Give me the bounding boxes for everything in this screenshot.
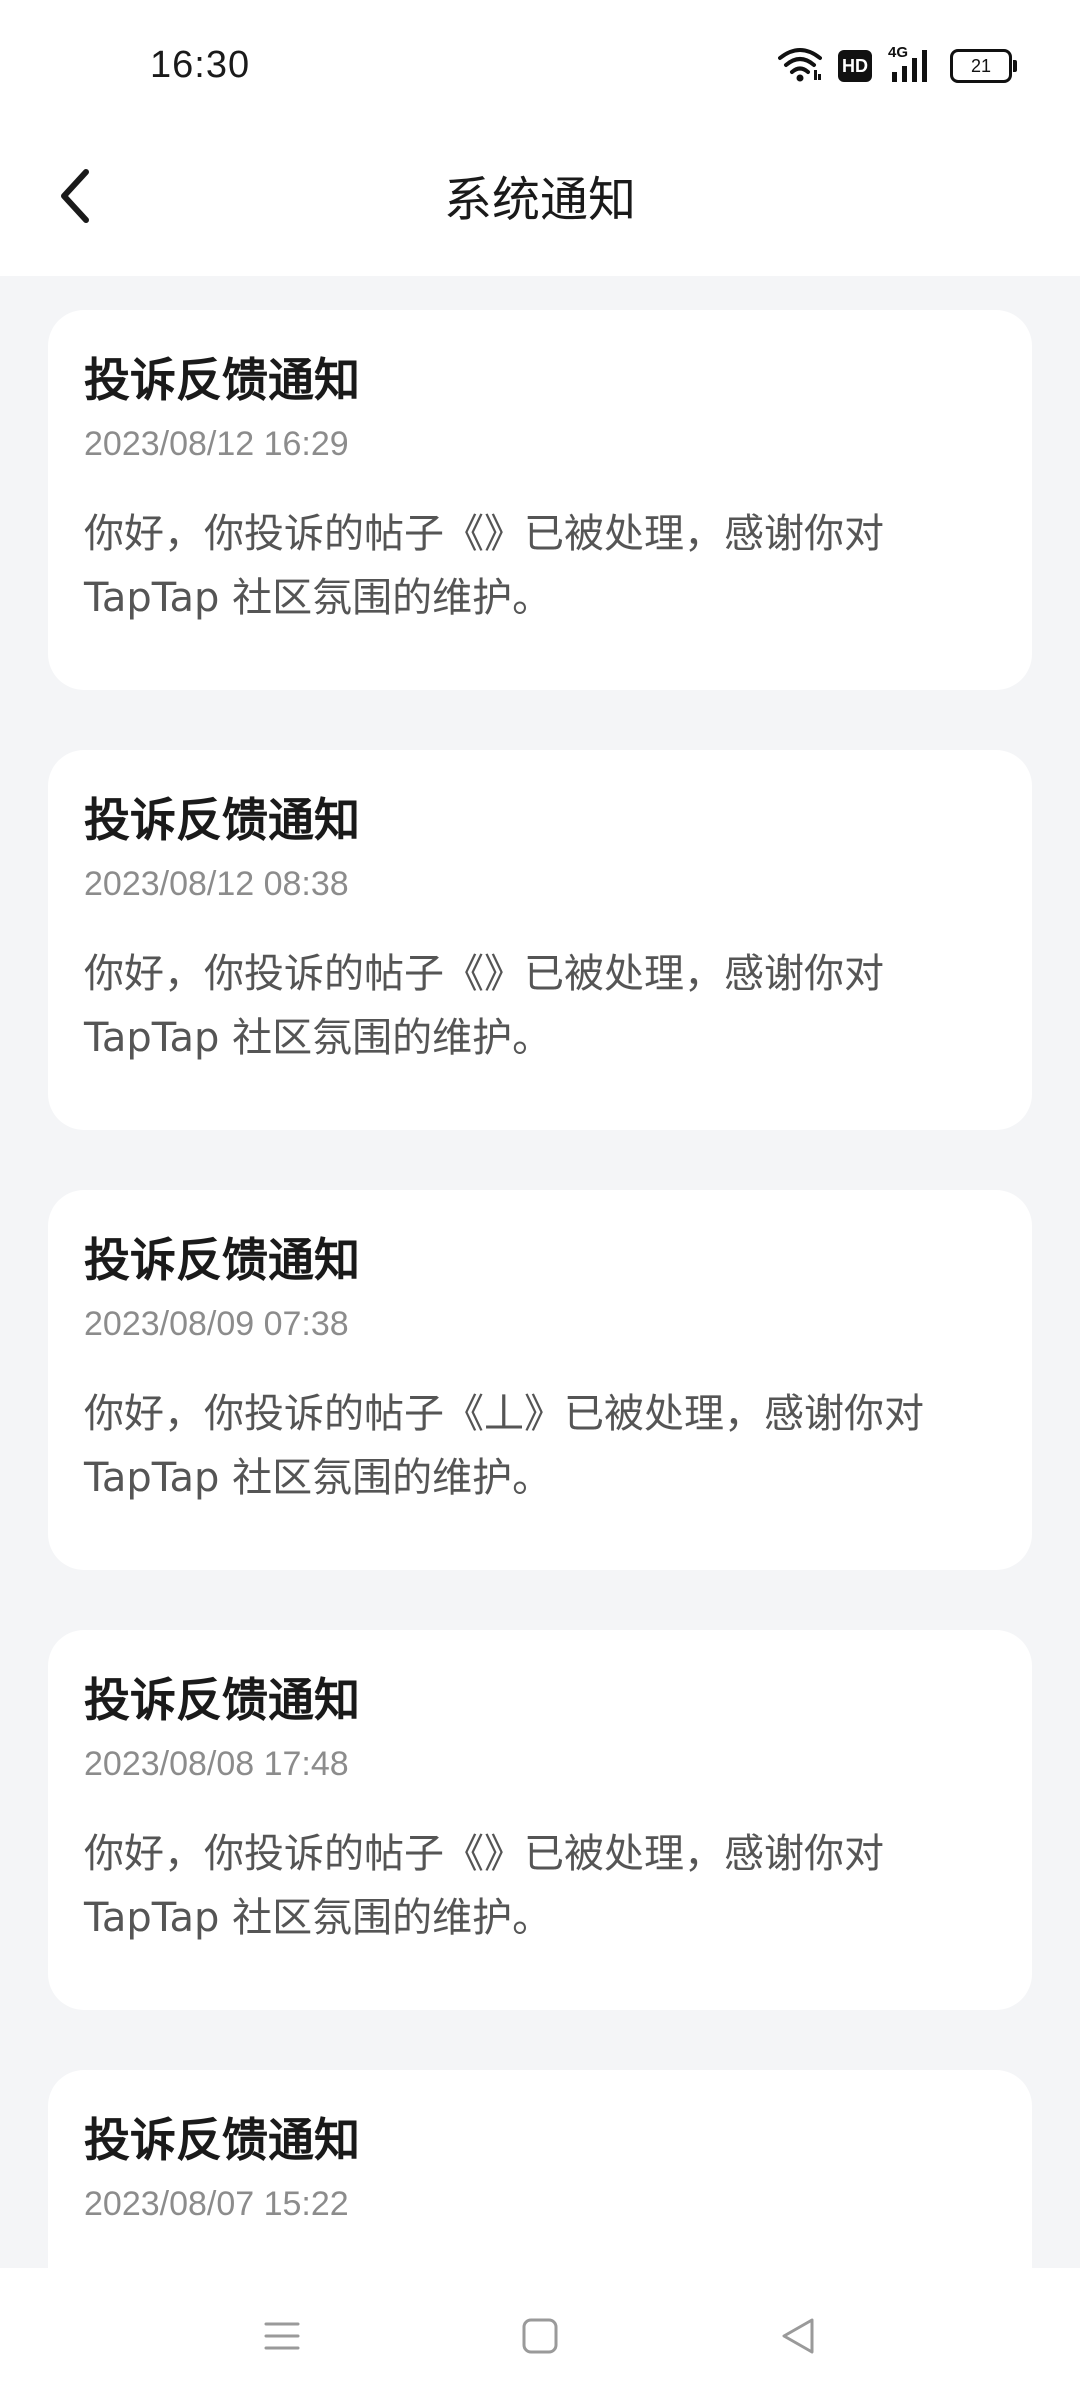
app-header: 系统通知 — [0, 130, 1080, 276]
menu-icon — [262, 2316, 302, 2360]
notification-title: 投诉反馈通知 — [84, 2113, 360, 2167]
system-nav-bar — [0, 2268, 1080, 2400]
notification-card[interactable]: 投诉反馈通知 2023/08/12 08:38 你好，你投诉的帖子《》已被处理，… — [48, 750, 1032, 1130]
notification-card[interactable]: 投诉反馈通知 2023/08/08 17:48 你好，你投诉的帖子《》已被处理，… — [48, 1630, 1032, 2010]
notification-time: 2023/08/08 17:48 — [84, 1745, 349, 1783]
notification-body: 你好，你投诉的帖子《》已被处理，感谢你对TapTap 社区氛围的维护。 — [84, 951, 884, 1061]
notification-time: 2023/08/12 08:38 — [84, 865, 349, 903]
notification-time: 2023/08/12 16:29 — [84, 425, 349, 463]
nav-menu-button[interactable] — [252, 2308, 312, 2368]
notification-time: 2023/08/07 15:22 — [84, 2185, 349, 2223]
notification-title: 投诉反馈通知 — [84, 1233, 360, 1287]
status-bar: 16:30 HD 4G 21 — [0, 0, 1080, 130]
hd-badge: HD — [838, 50, 872, 82]
home-square-icon — [520, 2316, 560, 2360]
notification-body: 你好，你投诉的帖子《丄》已被处理，感谢你对TapTap 社区氛围的维护。 — [84, 1391, 924, 1501]
notification-list[interactable]: 投诉反馈通知 2023/08/12 16:29 你好，你投诉的帖子《》已被处理，… — [48, 310, 1032, 2268]
nav-home-button[interactable] — [510, 2308, 570, 2368]
wifi-icon — [778, 46, 822, 86]
notification-body: 你好，你投诉的帖子《》已被处理，感谢你对TapTap 社区氛围的维护。 — [84, 1831, 884, 1941]
notification-card[interactable]: 投诉反馈通知 2023/08/12 16:29 你好，你投诉的帖子《》已被处理，… — [48, 310, 1032, 690]
nav-back-button[interactable] — [768, 2308, 828, 2368]
notification-time: 2023/08/09 07:38 — [84, 1305, 349, 1343]
notification-title: 投诉反馈通知 — [84, 1673, 360, 1727]
battery-icon: 21 — [950, 49, 1017, 83]
status-icons: HD 4G 21 — [778, 44, 1017, 88]
page-title: 系统通知 — [443, 172, 636, 228]
status-time: 16:30 — [150, 44, 251, 86]
notification-title: 投诉反馈通知 — [84, 793, 360, 847]
notification-body: 你好，你投诉的帖子《》已被处理，感谢你对TapTap 社区氛围的维护。 — [84, 511, 884, 621]
signal-icon: 4G — [888, 44, 934, 84]
back-triangle-icon — [778, 2316, 818, 2360]
notification-card[interactable]: 投诉反馈通知 2023/08/07 15:22 — [48, 2070, 1032, 2268]
notification-card[interactable]: 投诉反馈通知 2023/08/09 07:38 你好，你投诉的帖子《丄》已被处理… — [48, 1190, 1032, 1570]
notification-title: 投诉反馈通知 — [84, 353, 360, 407]
